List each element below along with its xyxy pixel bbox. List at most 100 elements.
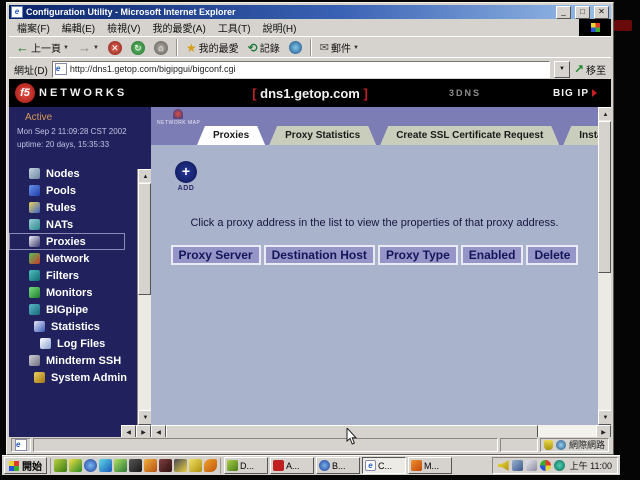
history-button[interactable]: 記錄 [245,39,283,57]
sidebar-item-statistics[interactable]: Statistics [9,318,151,335]
address-input[interactable]: e http://dns1.getop.com/bigipgui/bigconf… [52,61,550,78]
folder-app-icon [227,460,238,471]
taskbar-window-button-1[interactable]: D... [224,457,268,474]
favorites-button[interactable]: 我的最愛 [183,39,242,57]
taskbar-window-button-4[interactable]: eC... [362,457,406,474]
volume-icon[interactable] [498,460,509,471]
quicklaunch-icon-9[interactable] [174,459,187,472]
column-enabled[interactable]: Enabled [461,245,524,265]
scroll-right-icon[interactable]: ▶ [596,425,611,437]
sidebar-item-rules[interactable]: Rules [9,199,151,216]
tray-icon-3[interactable] [526,460,537,471]
address-dropdown[interactable]: ▼ [554,61,570,78]
close-button[interactable]: ✕ [594,6,609,19]
taskbar-window-button-2[interactable]: A... [270,457,314,474]
minimize-button[interactable]: _ [556,6,571,19]
back-dropdown-icon[interactable]: ▼ [63,45,69,51]
taskbar-button-label: A... [286,461,300,471]
sidebar-item-nats[interactable]: NATs [9,216,151,233]
go-button[interactable]: 移至 [574,62,606,77]
quicklaunch-icon-4[interactable] [99,459,112,472]
history-icon [248,41,258,55]
quicklaunch-icon-1[interactable] [54,459,67,472]
tabstrip: Proxies Proxy Statistics Create SSL Cert… [197,126,598,145]
sidebar-item-log-files[interactable]: Log Files [9,335,151,352]
sidebar-item-bigpipe[interactable]: BIGpipe [9,301,151,318]
menu-tools[interactable]: 工具(T) [212,20,257,35]
add-proxy-button[interactable]: + ADD [173,161,199,192]
sidebar-item-monitors[interactable]: Monitors [9,284,151,301]
tab-install-ssl-certificate[interactable]: Install SSL Certif [563,126,598,145]
sidebar-item-filters[interactable]: Filters [9,267,151,284]
mouse-cursor [346,428,358,451]
tab-create-ssl-certificate-request[interactable]: Create SSL Certificate Request [380,126,559,145]
titlebar[interactable]: e Configuration Utility - Microsoft Inte… [9,5,611,19]
quicklaunch-icon-3[interactable] [84,459,97,472]
scroll-down-icon[interactable]: ▼ [598,410,611,425]
forward-dropdown-icon[interactable]: ▼ [93,45,99,51]
menu-file[interactable]: 檔案(F) [11,20,56,35]
menu-help[interactable]: 說明(H) [257,20,303,35]
sidebar-item-network[interactable]: Network [9,250,151,267]
sidebar-item-proxies[interactable]: Proxies [9,233,125,250]
column-destination-host[interactable]: Destination Host [264,245,375,265]
scroll-left-icon[interactable]: ◀ [121,425,136,437]
proxies-icon [29,236,40,247]
media-button[interactable] [286,39,305,57]
refresh-button[interactable] [128,39,148,57]
quicklaunch-icon-10[interactable] [189,459,202,472]
menu-edit[interactable]: 編輯(E) [56,20,101,35]
forward-button[interactable]: ▼ [75,39,102,57]
scrollbar-track[interactable] [538,425,596,437]
stop-button[interactable] [105,39,125,57]
system-admin-icon [34,372,45,383]
scroll-down-icon[interactable]: ▼ [138,410,151,425]
home-button[interactable] [151,39,171,57]
tab-proxy-statistics[interactable]: Proxy Statistics [269,126,376,145]
quicklaunch-icon-5[interactable] [114,459,127,472]
sidebar-item-mindterm-ssh[interactable]: Mindterm SSH [9,352,151,369]
menu-favorites[interactable]: 我的最愛(A) [146,20,211,35]
zone-label: 網際網路 [569,438,605,451]
column-proxy-type[interactable]: Proxy Type [378,245,458,265]
sidebar-item-pools[interactable]: Pools [9,182,151,199]
scroll-right-icon[interactable]: ▶ [136,425,151,437]
mail-dropdown-icon[interactable]: ▼ [353,45,359,51]
status-message-pane [33,438,498,452]
sidebar-item-label: Pools [46,185,76,197]
taskbar-clock[interactable]: 上午 11:00 [570,459,612,472]
scrollbar-thumb[interactable] [598,121,611,273]
taskbar-window-button-3[interactable]: B... [316,457,360,474]
sidebar-horizontal-scrollbar[interactable]: ◀ ▶ [9,425,151,437]
column-proxy-server[interactable]: Proxy Server [171,245,261,265]
quicklaunch-icon-2[interactable] [69,459,82,472]
product-bigip: BIG IP [553,88,597,99]
quicklaunch-icon-7[interactable] [144,459,157,472]
add-plus-icon[interactable]: + [175,161,197,183]
tray-icon-2[interactable] [512,460,523,471]
sidebar-item-nodes[interactable]: Nodes [9,165,151,182]
mail-button[interactable]: 郵件 ▼ [317,39,362,57]
quicklaunch-icon-6[interactable] [129,459,142,472]
taskbar-window-button-5[interactable]: M... [408,457,452,474]
column-delete[interactable]: Delete [526,245,578,265]
main-horizontal-scrollbar[interactable]: ◀ ▶ [151,425,611,437]
sidebar-vertical-scrollbar[interactable]: ▲ ▼ [137,169,151,425]
tray-icon-4[interactable] [540,460,551,471]
maximize-button[interactable]: □ [575,6,590,19]
start-button[interactable]: 開始 [4,457,47,474]
acrobat-icon [273,460,284,471]
taskbar-button-label: C... [378,461,392,471]
tab-proxies[interactable]: Proxies [197,126,265,145]
scroll-left-icon[interactable]: ◀ [151,425,166,437]
hostname-text: dns1.getop.com [260,86,360,101]
quicklaunch-icon-8[interactable] [159,459,172,472]
network-map-button[interactable]: NETWORK MAP [157,109,199,126]
quicklaunch-icon-11[interactable] [204,459,217,472]
main-vertical-scrollbar[interactable]: ▲ ▼ [598,107,611,425]
back-button[interactable]: 上一頁 ▼ [13,39,72,57]
tray-icon-5[interactable] [554,460,565,471]
sidebar-item-system-admin[interactable]: System Admin [9,369,151,386]
scrollbar-thumb[interactable] [138,183,151,295]
menu-view[interactable]: 檢視(V) [101,20,146,35]
